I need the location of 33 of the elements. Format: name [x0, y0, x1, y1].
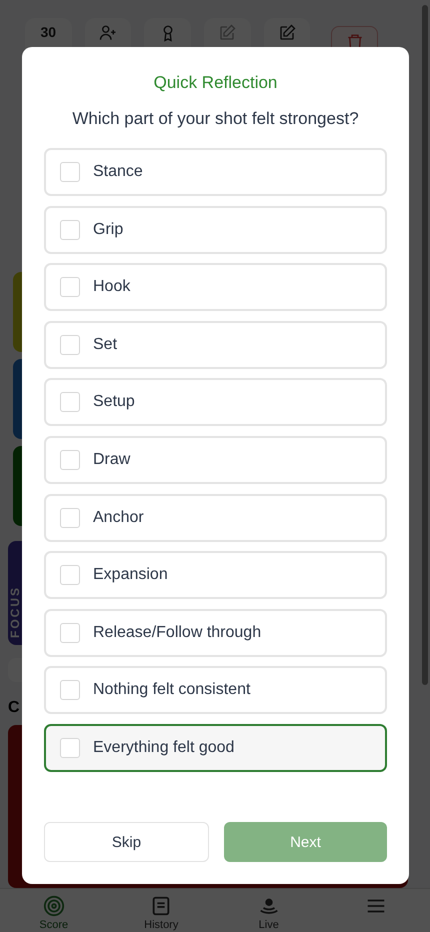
dialog-title: Quick Reflection: [152, 73, 278, 93]
checkbox[interactable]: [60, 392, 80, 412]
edit-icon: [218, 24, 236, 42]
checkbox[interactable]: [60, 680, 80, 700]
section-heading: C: [8, 698, 21, 717]
option-item[interactable]: Nothing felt consistent: [44, 666, 387, 714]
checkbox[interactable]: [60, 565, 80, 586]
option-item[interactable]: Set: [44, 320, 387, 369]
checkbox[interactable]: [60, 738, 80, 758]
checkbox[interactable]: [60, 277, 80, 298]
option-item[interactable]: Grip: [44, 206, 387, 254]
option-item[interactable]: Release/Follow through: [44, 608, 387, 657]
scrollbar[interactable]: [422, 5, 428, 685]
option-item[interactable]: Stance: [44, 148, 387, 196]
document-icon: [150, 894, 172, 916]
checkbox[interactable]: [60, 508, 80, 528]
option-item[interactable]: Setup: [44, 378, 387, 426]
edit-icon: [278, 24, 296, 42]
question-text: Which part of your shot felt strongest?: [71, 109, 360, 129]
option-item[interactable]: Hook: [44, 263, 387, 312]
add-user-icon: [98, 24, 117, 42]
checkbox[interactable]: [60, 220, 80, 240]
target-icon: [42, 894, 65, 916]
option-item[interactable]: Everything felt good: [44, 724, 387, 772]
option-item[interactable]: Draw: [44, 436, 387, 484]
option-item[interactable]: Anchor: [44, 494, 387, 542]
option-item[interactable]: Expansion: [44, 551, 387, 600]
checkbox[interactable]: [60, 450, 80, 470]
checkbox[interactable]: [60, 334, 80, 355]
checkbox[interactable]: [60, 162, 80, 182]
skip-button[interactable]: Skip: [44, 822, 209, 862]
checkbox[interactable]: [60, 622, 80, 643]
focus-label: FOCUS: [8, 586, 22, 638]
